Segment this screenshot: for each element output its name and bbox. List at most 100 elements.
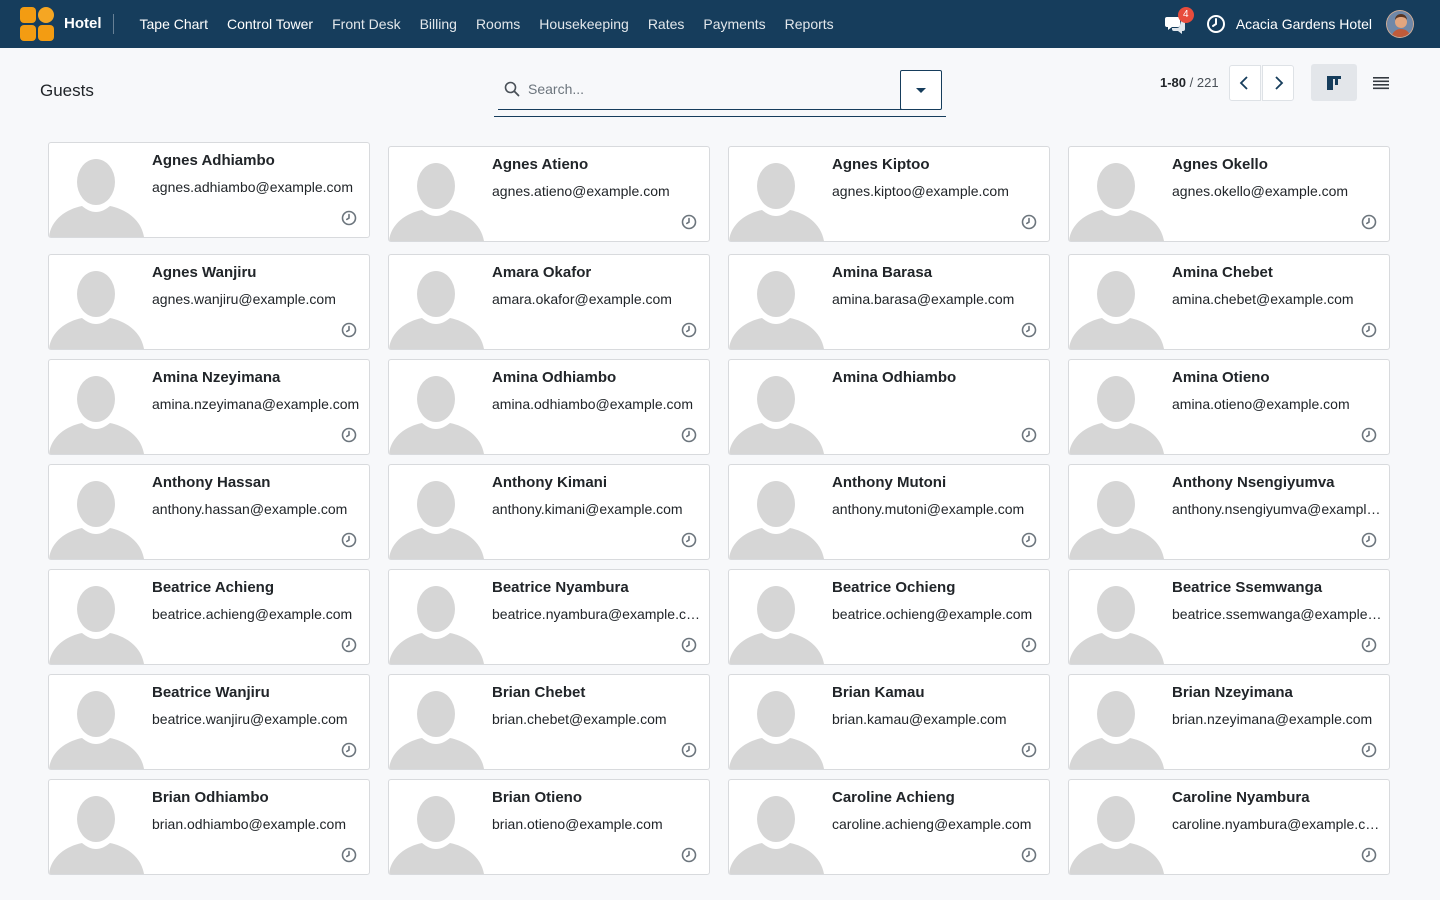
activity-clock-icon[interactable] <box>1361 532 1377 548</box>
menu-control-tower[interactable]: Control Tower <box>217 0 322 48</box>
guest-card[interactable]: Brian Odhiambo brian.odhiambo@example.com <box>48 779 370 875</box>
guest-email: caroline.achieng@example.com <box>832 816 1032 832</box>
pager-previous-button[interactable] <box>1229 65 1261 101</box>
activity-clock-icon[interactable] <box>1021 637 1037 653</box>
guest-avatar-placeholder <box>1069 684 1164 769</box>
activity-clock-icon[interactable] <box>1021 214 1037 230</box>
app-logo-icon[interactable] <box>20 7 55 42</box>
clock-icon[interactable] <box>1206 14 1226 34</box>
activity-clock-icon[interactable] <box>341 532 357 548</box>
activity-clock-icon[interactable] <box>681 214 697 230</box>
activity-clock-icon[interactable] <box>681 322 697 338</box>
search-icon <box>504 81 520 97</box>
activity-clock-icon[interactable] <box>1021 742 1037 758</box>
activity-clock-icon[interactable] <box>1361 637 1377 653</box>
activity-clock-icon[interactable] <box>341 322 357 338</box>
guest-card[interactable]: Agnes Adhiambo agnes.adhiambo@example.com <box>48 142 370 238</box>
user-avatar[interactable] <box>1386 10 1414 38</box>
guest-name: Agnes Adhiambo <box>152 152 275 169</box>
guest-card[interactable]: Beatrice Achieng beatrice.achieng@example… <box>48 569 370 665</box>
guest-card[interactable]: Caroline Nyambura caroline.nyambura@examp… <box>1068 779 1390 875</box>
guest-name: Amina Barasa <box>832 264 933 281</box>
activity-clock-icon[interactable] <box>1021 427 1037 443</box>
app-name[interactable]: Hotel <box>64 15 102 32</box>
guest-card[interactable]: Beatrice Ssemwanga beatrice.ssemwanga@exa… <box>1068 569 1390 665</box>
menu-front-desk[interactable]: Front Desk <box>323 0 410 48</box>
guest-card[interactable]: Anthony Nsengiyumva anthony.nsengiyumva@e… <box>1068 464 1390 560</box>
list-view-button[interactable] <box>1358 64 1404 101</box>
guest-card[interactable]: Beatrice Ochieng beatrice.ochieng@example… <box>728 569 1050 665</box>
guest-card[interactable]: Brian Otieno brian.otieno@example.com <box>388 779 710 875</box>
guest-card[interactable]: Anthony Hassan anthony.hassan@example.com <box>48 464 370 560</box>
activity-clock-icon[interactable] <box>1361 214 1377 230</box>
menu-reports[interactable]: Reports <box>775 0 843 48</box>
guest-email: amina.nzeyimana@example.com <box>152 396 360 412</box>
guest-card[interactable]: Caroline Achieng caroline.achieng@example… <box>728 779 1050 875</box>
guest-avatar-placeholder <box>729 369 824 454</box>
activity-clock-icon[interactable] <box>1361 427 1377 443</box>
guest-card[interactable]: Amina Barasa amina.barasa@example.com <box>728 254 1050 350</box>
guest-email: amara.okafor@example.com <box>492 291 672 307</box>
kanban-view-button[interactable] <box>1311 64 1357 101</box>
menu-rates[interactable]: Rates <box>638 0 694 48</box>
guest-email: brian.chebet@example.com <box>492 711 667 727</box>
activity-clock-icon[interactable] <box>341 847 357 863</box>
guest-card[interactable]: Anthony Mutoni anthony.mutoni@example.com <box>728 464 1050 560</box>
activity-clock-icon[interactable] <box>1361 847 1377 863</box>
menu-payments[interactable]: Payments <box>694 0 775 48</box>
guest-name: Beatrice Achieng <box>152 579 274 596</box>
guest-card[interactable]: Agnes Atieno agnes.atieno@example.com <box>388 146 710 242</box>
search-input[interactable] <box>528 78 888 100</box>
menu-rooms[interactable]: Rooms <box>466 0 529 48</box>
activity-clock-icon[interactable] <box>341 637 357 653</box>
guest-card[interactable]: Agnes Wanjiru agnes.wanjiru@example.com <box>48 254 370 350</box>
guest-email: beatrice.nyambura@example.com <box>492 606 702 622</box>
guest-email: brian.nzeyimana@example.com <box>1172 711 1373 727</box>
guest-card[interactable]: Amara Okafor amara.okafor@example.com <box>388 254 710 350</box>
guest-card[interactable]: Amina Nzeyimana amina.nzeyimana@example.c… <box>48 359 370 455</box>
pager-range[interactable]: 1-80 <box>1160 75 1186 90</box>
guest-card[interactable]: Agnes Kiptoo agnes.kiptoo@example.com <box>728 146 1050 242</box>
pager-next-button[interactable] <box>1262 65 1294 101</box>
guest-name: Brian Kamau <box>832 684 925 701</box>
guest-name: Amina Chebet <box>1172 264 1273 281</box>
guest-card[interactable]: Amina Odhiambo <box>728 359 1050 455</box>
pager-value[interactable]: 1-80 / 221 <box>1160 75 1219 90</box>
activity-clock-icon[interactable] <box>681 742 697 758</box>
activity-clock-icon[interactable] <box>1021 847 1037 863</box>
activity-clock-icon[interactable] <box>681 427 697 443</box>
activity-clock-icon[interactable] <box>1021 532 1037 548</box>
guest-avatar-placeholder <box>729 474 824 559</box>
guest-card[interactable]: Brian Kamau brian.kamau@example.com <box>728 674 1050 770</box>
activity-clock-icon[interactable] <box>341 427 357 443</box>
guest-card[interactable]: Amina Odhiambo amina.odhiambo@example.com <box>388 359 710 455</box>
guest-avatar-placeholder <box>389 474 484 559</box>
menu-tape-chart[interactable]: Tape Chart <box>130 0 217 48</box>
guest-card[interactable]: Brian Nzeyimana brian.nzeyimana@example.c… <box>1068 674 1390 770</box>
activity-clock-icon[interactable] <box>1361 322 1377 338</box>
guest-name: Beatrice Ochieng <box>832 579 956 596</box>
pager-total: 221 <box>1196 75 1219 90</box>
menu-housekeeping[interactable]: Housekeeping <box>530 0 639 48</box>
activity-clock-icon[interactable] <box>1361 742 1377 758</box>
activity-clock-icon[interactable] <box>341 210 357 226</box>
guest-card[interactable]: Anthony Kimani anthony.kimani@example.com <box>388 464 710 560</box>
chevron-down-icon <box>916 87 926 93</box>
guest-card[interactable]: Amina Otieno amina.otieno@example.com <box>1068 359 1390 455</box>
guest-avatar-placeholder <box>389 579 484 664</box>
activity-clock-icon[interactable] <box>681 637 697 653</box>
menu-billing[interactable]: Billing <box>410 0 466 48</box>
activity-clock-icon[interactable] <box>681 532 697 548</box>
guest-card[interactable]: Beatrice Nyambura beatrice.nyambura@examp… <box>388 569 710 665</box>
chat-icon[interactable]: 4 <box>1164 7 1194 35</box>
guest-card[interactable]: Brian Chebet brian.chebet@example.com <box>388 674 710 770</box>
guest-name: Agnes Atieno <box>492 156 589 173</box>
search-options-toggle[interactable] <box>900 70 942 110</box>
activity-clock-icon[interactable] <box>1021 322 1037 338</box>
guest-card[interactable]: Amina Chebet amina.chebet@example.com <box>1068 254 1390 350</box>
activity-clock-icon[interactable] <box>341 742 357 758</box>
company-name[interactable]: Acacia Gardens Hotel <box>1236 16 1372 32</box>
guest-card[interactable]: Beatrice Wanjiru beatrice.wanjiru@example… <box>48 674 370 770</box>
guest-card[interactable]: Agnes Okello agnes.okello@example.com <box>1068 146 1390 242</box>
activity-clock-icon[interactable] <box>681 847 697 863</box>
